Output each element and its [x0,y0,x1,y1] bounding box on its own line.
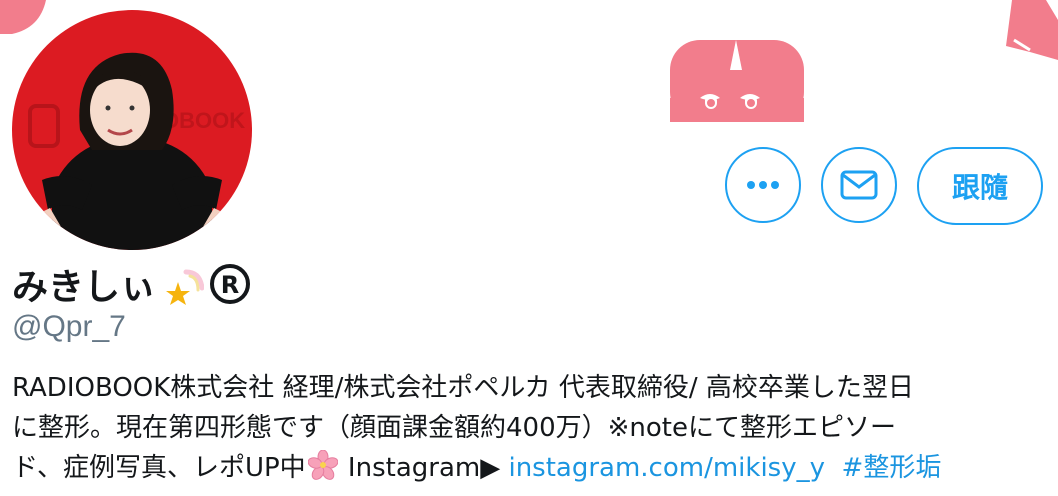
more-dots-icon [747,181,779,189]
hashtag-link[interactable]: #整形垢 [842,453,942,483]
avatar-photo: OBOOK [12,10,252,250]
registered-icon: R [210,264,251,304]
instagram-link[interactable]: instagram.com/mikisy_y [508,453,825,483]
envelope-icon [840,170,878,200]
bio-line: に整形。現在第四形態です（顔面課金額約400万）※noteにて整形エピソー [12,413,896,443]
more-options-button[interactable] [725,147,801,223]
bio-line: ド、症例写真、レポUP中 Instagram▶ instagram.com/mi… [12,448,1052,488]
profile-bio: RADIOBOOK株式会社 経理/株式会社ポペルカ 代表取締役/ 高校卒業した翌… [12,368,1052,488]
avatar-backdrop-text: OBOOK [162,108,245,133]
cherry-blossom-icon [307,450,338,480]
display-name: みきしぃ R [12,256,252,312]
shooting-star-icon [166,269,205,305]
avatar[interactable]: OBOOK [10,8,254,252]
display-name-text: みきしぃ [12,267,157,308]
bio-line: RADIOBOOK株式会社 経理/株式会社ポペルカ 代表取締役/ 高校卒業した翌… [12,373,914,403]
user-handle: @Qpr_7 [12,310,126,343]
bio-text: ド、症例写真、レポUP中 [12,453,306,483]
message-button[interactable] [821,147,897,223]
bio-text: Instagram▶ [339,453,509,483]
follow-button[interactable]: 跟隨 [917,147,1043,225]
svg-text:R: R [221,271,239,299]
banner-mascot [670,40,804,122]
